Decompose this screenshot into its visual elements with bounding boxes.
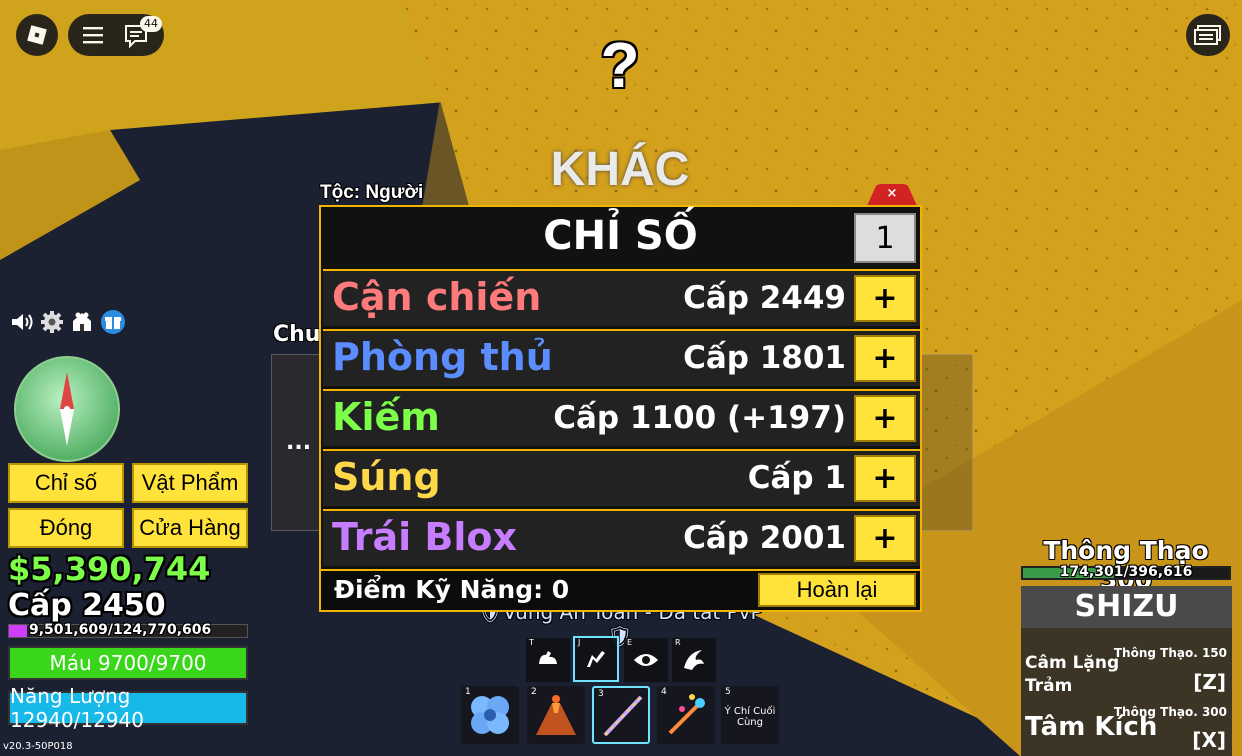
skill-points-label: Điểm Kỹ Năng: 0 (334, 575, 570, 604)
top-controls: 44 (68, 14, 164, 56)
backpack-button[interactable] (1186, 14, 1230, 56)
stat-row-blox-fruit: Trái Blox Cấp 2001 + (323, 509, 920, 566)
add-blox-fruit-button[interactable]: + (854, 515, 916, 562)
jeweled-sword-icon (668, 694, 705, 735)
background-panel-dots: ... (286, 430, 312, 455)
skill-key: T (529, 638, 534, 647)
stat-name: Cận chiến (332, 275, 542, 319)
crew-icon[interactable] (70, 310, 94, 334)
category-title: KHÁC (550, 143, 690, 196)
xp-bar: 9,501,609/124,770,606 (8, 622, 248, 638)
speaker-icon[interactable] (10, 312, 34, 332)
stat-row-gun: Súng Cấp 1 + (323, 449, 920, 506)
skill-slot-j[interactable]: J (573, 636, 619, 682)
gift-icon[interactable] (100, 310, 126, 334)
add-gun-button[interactable]: + (854, 455, 916, 502)
skill-slot-r[interactable]: R (672, 638, 716, 682)
weapon-name: SHIZU (1021, 586, 1232, 628)
skill-name: Câm Lặng Trảm (1025, 653, 1120, 696)
skill-slot-t[interactable]: T (526, 638, 570, 682)
hotbar-slot-2[interactable]: 2 (527, 686, 585, 744)
mastery-progress: 174,301/396,616 (1059, 564, 1193, 580)
hotbar-slot-5[interactable]: 5 Ý Chí Cuối Cùng (721, 686, 779, 744)
skill-key: E (627, 638, 633, 647)
add-sword-button[interactable]: + (854, 395, 916, 442)
health-bar: Máu 9700/9700 (8, 646, 248, 680)
stat-name: Phòng thủ (332, 335, 553, 379)
slot-number: 5 (725, 687, 731, 697)
game-viewport[interactable]: 44 ? KHÁC Tộc: Người Chu ... 🛡Vùng An To… (0, 0, 1242, 756)
hotbar-slot-1[interactable]: 1 (461, 686, 519, 744)
stat-level: Cấp 1801 (683, 340, 846, 376)
stat-name: Trái Blox (332, 515, 517, 559)
mastery-bar: 174,301/396,616 (1021, 564, 1231, 580)
stat-row-melee: Cận chiến Cấp 2449 + (323, 269, 920, 326)
weapon-panel: SHIZU Câm Lặng Trảm Thông Thạo. 150 [Z] … (1021, 586, 1232, 756)
stats-title: CHỈ SỐ (543, 213, 698, 259)
money-label: $5,390,744 (8, 550, 211, 588)
stat-name: Súng (332, 455, 441, 499)
inventory-icon (1194, 25, 1221, 45)
compass-needle-icon (60, 372, 74, 446)
roblox-menu-button[interactable] (16, 14, 58, 56)
compass[interactable] (14, 356, 120, 462)
shop-menu-button[interactable]: Cửa Hàng (132, 508, 248, 548)
volcano-fruit-icon (536, 695, 576, 735)
skill-requirement: Thông Thạo. 300 (1113, 705, 1227, 719)
eye-icon (634, 654, 658, 666)
hotbar-slot-4[interactable]: 4 (657, 686, 715, 744)
blue-flower-fruit-icon (471, 696, 509, 734)
skill-slot-e[interactable]: E (624, 638, 668, 682)
add-defense-button[interactable]: + (854, 335, 916, 382)
stats-footer: Điểm Kỹ Năng: 0 Hoàn lại (321, 569, 920, 610)
background-panel-title: Chu (273, 322, 321, 347)
point-amount-input[interactable]: 1 (854, 213, 916, 263)
stat-level: Cấp 1 (747, 460, 846, 496)
level-label: Cấp 2450 (8, 588, 166, 623)
stats-panel: CHỈ SỐ 1 Cận chiến Cấp 2449 + Phòng thủ … (319, 205, 922, 612)
close-label: × (886, 186, 898, 201)
race-label: Tộc: Người (320, 182, 424, 203)
awakening-icon (684, 650, 704, 670)
stat-name: Kiếm (332, 395, 440, 439)
skill-key: J (578, 638, 581, 647)
stat-row-sword: Kiếm Cấp 1100 (+197) + (323, 389, 920, 446)
roblox-logo-icon (27, 25, 47, 45)
gear-icon[interactable] (40, 310, 64, 334)
version-label: v20.3-50P018 (3, 741, 73, 752)
unknown-mark: ? (600, 29, 640, 101)
slot-item-label: Ý Chí Cuối Cùng (724, 706, 776, 728)
skill-key: [Z] (1193, 670, 1226, 694)
stat-level: Cấp 2001 (683, 520, 846, 556)
stat-level: Cấp 1100 (+197) (553, 400, 846, 436)
stats-header: CHỈ SỐ 1 (321, 207, 920, 269)
add-melee-button[interactable]: + (854, 275, 916, 322)
items-menu-button[interactable]: Vật Phẩm (132, 463, 248, 503)
dash-icon (587, 651, 605, 667)
stats-menu-button[interactable]: Chỉ số (8, 463, 124, 503)
skill-key: [X] (1192, 728, 1226, 752)
skill-entry-x[interactable]: Tâm Kích Thông Thạo. 300 [X] (1021, 700, 1232, 756)
staff-icon (603, 695, 643, 737)
xp-fill (9, 625, 28, 637)
settings-icon-row (10, 310, 130, 334)
stat-row-defense: Phòng thủ Cấp 1801 + (323, 329, 920, 386)
muscle-icon (539, 651, 557, 664)
skill-entry-z[interactable]: Câm Lặng Trảm Thông Thạo. 150 [Z] (1021, 640, 1232, 698)
stat-level: Cấp 2449 (683, 280, 846, 316)
hotbar-slot-3[interactable]: 3 (592, 686, 650, 744)
hamburger-menu-icon[interactable] (82, 25, 104, 45)
energy-bar: Năng Lượng 12940/12940 (8, 684, 248, 732)
skill-requirement: Thông Thạo. 150 (1113, 646, 1227, 660)
reset-button[interactable]: Hoàn lại (758, 573, 916, 607)
chat-badge: 44 (140, 16, 162, 32)
close-menu-button[interactable]: Đóng (8, 508, 124, 548)
xp-label: 9,501,609/124,770,606 (29, 622, 212, 638)
